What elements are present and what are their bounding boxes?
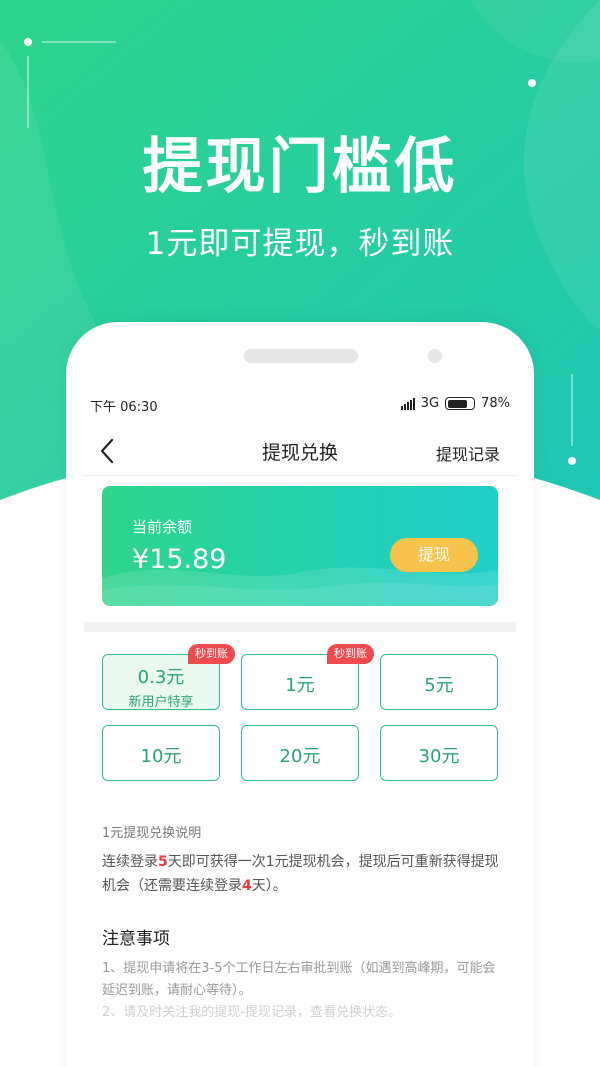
instant-badge: 秒到账 — [188, 644, 235, 664]
amount-option[interactable]: 5元 — [380, 654, 498, 710]
status-bar: 下午 06:30 3G 78% — [90, 396, 510, 416]
battery-fill — [447, 399, 468, 408]
amount-option[interactable]: 10元 — [102, 725, 220, 781]
notice-item: 2、请及时关注我的提现-提现记录，查看兑换状态。 — [102, 1005, 401, 1020]
notice-item: 1、提现申请将在3-5个工作日左右审批到账（如遇到高峰期，可能会延迟到账，请耐心… — [102, 961, 496, 998]
option-amount: 5元 — [424, 675, 454, 696]
balance-value: ¥15.89 — [132, 544, 227, 575]
hero-subline: 1元即可提现，秒到账 — [145, 226, 455, 262]
nav-bar: 提现兑换 提现记录 — [84, 426, 516, 476]
hero-headline: 提现门槛低 — [142, 132, 458, 202]
network-label: 3G — [420, 396, 440, 411]
description-days-2: 4 — [242, 878, 252, 894]
option-amount: 10元 — [140, 746, 182, 767]
phone-speaker — [244, 349, 358, 363]
balance-card: 当前余额 ¥15.89 提现 — [102, 486, 498, 606]
description-days-1: 5 — [158, 854, 168, 870]
description-part-1: 连续登录 — [102, 854, 158, 870]
description-part-3: 天）。 — [251, 878, 287, 894]
amount-option[interactable]: 20元 — [241, 725, 359, 781]
option-amount: 20元 — [279, 746, 321, 767]
withdraw-record-link[interactable]: 提现记录 — [436, 441, 500, 465]
option-amount: 30元 — [418, 746, 460, 767]
instant-badge: 秒到账 — [327, 644, 374, 664]
amount-option[interactable]: 1元 秒到账 — [241, 644, 374, 710]
phone-camera — [428, 349, 442, 363]
section-divider — [84, 622, 516, 632]
description-text: 连续登录5天即可获得一次1元提现机会，提现后可重新获得提现机会（还需要连续登录4… — [102, 850, 504, 898]
notice-title: 注意事项 — [102, 929, 170, 949]
battery-label: 78% — [481, 396, 510, 411]
phone-mockup: 下午 06:30 3G 78% 提现兑换 提现记录 当前余额 ¥15.89 提现… — [66, 322, 534, 1067]
option-amount: 0.3元 — [137, 667, 185, 688]
signal-icon — [400, 397, 415, 410]
amount-option[interactable]: 0.3元新用户特享 秒到账 — [102, 644, 235, 710]
option-amount: 1元 — [285, 675, 315, 696]
status-time: 下午 06:30 — [90, 400, 158, 415]
amount-option[interactable]: 30元 — [380, 725, 498, 781]
battery-icon — [445, 397, 476, 410]
status-indicators: 3G 78% — [400, 396, 510, 411]
withdraw-button[interactable]: 提现 — [390, 538, 478, 572]
phone-screen: 下午 06:30 3G 78% 提现兑换 提现记录 当前余额 ¥15.89 提现… — [84, 384, 516, 1067]
option-subtitle: 新用户特享 — [128, 695, 194, 710]
balance-label: 当前余额 — [132, 518, 193, 536]
description-title: 1元提现兑换说明 — [102, 826, 202, 841]
